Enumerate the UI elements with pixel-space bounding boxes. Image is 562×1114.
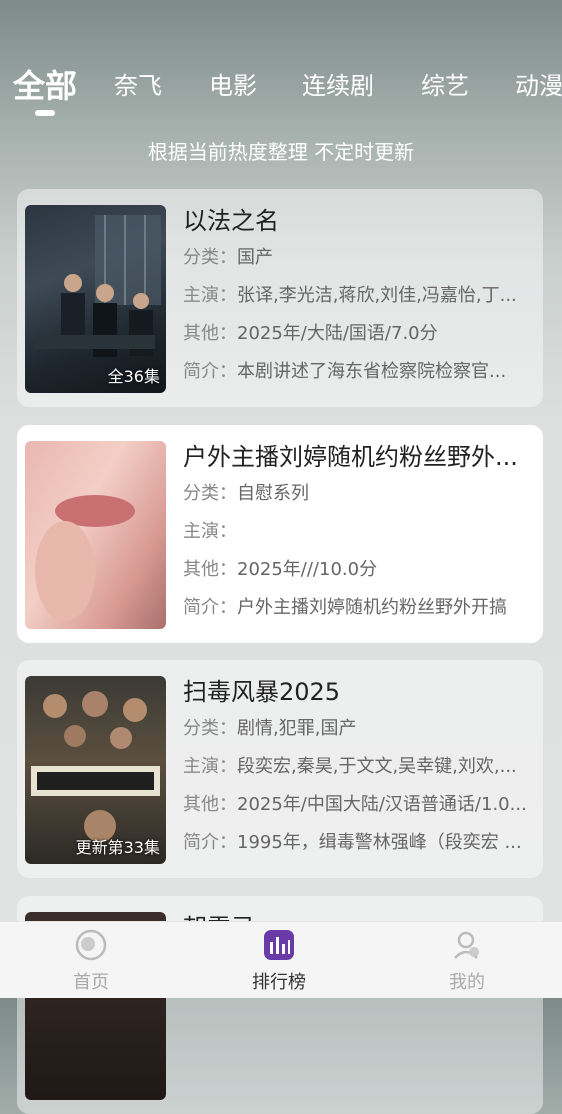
poster-image: 全36集 [25, 205, 166, 393]
list-item[interactable]: 更新第33集 扫毒风暴2025 分类：剧情,犯罪,国产 主演：段奕宏,秦昊,于文… [17, 660, 543, 878]
tab-anime[interactable]: 动漫 [515, 64, 562, 108]
ranking-icon [264, 930, 294, 960]
list-item[interactable]: 全36集 以法之名 分类：国产 主演：张译,李光洁,蒋欣,刘佳,冯嘉怡,丁...… [17, 189, 543, 407]
active-tab-indicator [35, 110, 55, 116]
tabbar-label: 我的 [449, 972, 485, 993]
other-value: 2025年/大陆/国语/7.0分 [237, 323, 438, 344]
list-item[interactable]: 户外主播刘婷随机约粉丝野外... 分类：自慰系列 主演： 其他：2025年///… [17, 425, 543, 643]
intro-label: 简介： [183, 597, 237, 618]
tab-all[interactable]: 全部 [13, 64, 77, 108]
tabbar-profile[interactable]: 我的 [407, 928, 527, 994]
tab-series[interactable]: 连续剧 [302, 64, 374, 108]
home-icon [75, 929, 107, 961]
intro-value: 1995年，缉毒警林强峰（段奕宏 ... [237, 832, 522, 853]
tabbar-label: 首页 [73, 972, 109, 993]
ranking-subtitle: 根据当前热度整理 不定时更新 [147, 140, 415, 164]
poster-image [25, 441, 166, 629]
item-title: 以法之名 [183, 207, 279, 235]
tabbar-ranking[interactable]: 排行榜 [219, 928, 339, 994]
bottom-tab-bar: 首页 排行榜 我的 [0, 921, 562, 998]
intro-label: 简介： [183, 361, 237, 382]
poster-art [35, 495, 135, 621]
episode-badge: 全36集 [107, 367, 160, 386]
poster-image: 更新第33集 [25, 676, 166, 864]
other-label: 其他： [183, 794, 237, 815]
cast-value: 段奕宏,秦昊,于文文,吴幸键,刘欢,... [237, 756, 517, 777]
category-label: 分类： [183, 483, 237, 504]
tabbar-home[interactable]: 首页 [31, 928, 151, 994]
tab-movies[interactable]: 电影 [209, 64, 257, 108]
category-value: 自慰系列 [237, 483, 309, 504]
intro-value: 本剧讲述了海东省检察院检察官... [237, 361, 507, 382]
category-label: 分类： [183, 247, 237, 268]
other-value: 2025年/中国大陆/汉语普通话/1.0... [237, 794, 527, 815]
item-title: 扫毒风暴2025 [183, 678, 341, 706]
cast-label: 主演： [183, 756, 237, 777]
cast-label: 主演： [183, 521, 237, 542]
profile-icon [454, 931, 479, 959]
other-label: 其他： [183, 559, 237, 580]
other-value: 2025年///10.0分 [237, 559, 378, 580]
other-label: 其他： [183, 323, 237, 344]
cast-value: 张译,李光洁,蒋欣,刘佳,冯嘉怡,丁... [237, 285, 517, 306]
tabbar-label: 排行榜 [252, 972, 306, 993]
category-tabs: 全部 奈飞 电影 连续剧 综艺 动漫 [0, 64, 562, 114]
tab-netflix[interactable]: 奈飞 [114, 64, 162, 108]
tab-variety[interactable]: 综艺 [421, 64, 469, 108]
category-label: 分类： [183, 718, 237, 739]
episode-badge: 更新第33集 [75, 838, 160, 857]
cast-label: 主演： [183, 285, 237, 306]
intro-value: 户外主播刘婷随机约粉丝野外开搞 [237, 597, 507, 618]
item-title: 户外主播刘婷随机约粉丝野外... [183, 443, 518, 471]
category-value: 国产 [237, 247, 273, 268]
category-value: 剧情,犯罪,国产 [237, 718, 357, 739]
intro-label: 简介： [183, 832, 237, 853]
